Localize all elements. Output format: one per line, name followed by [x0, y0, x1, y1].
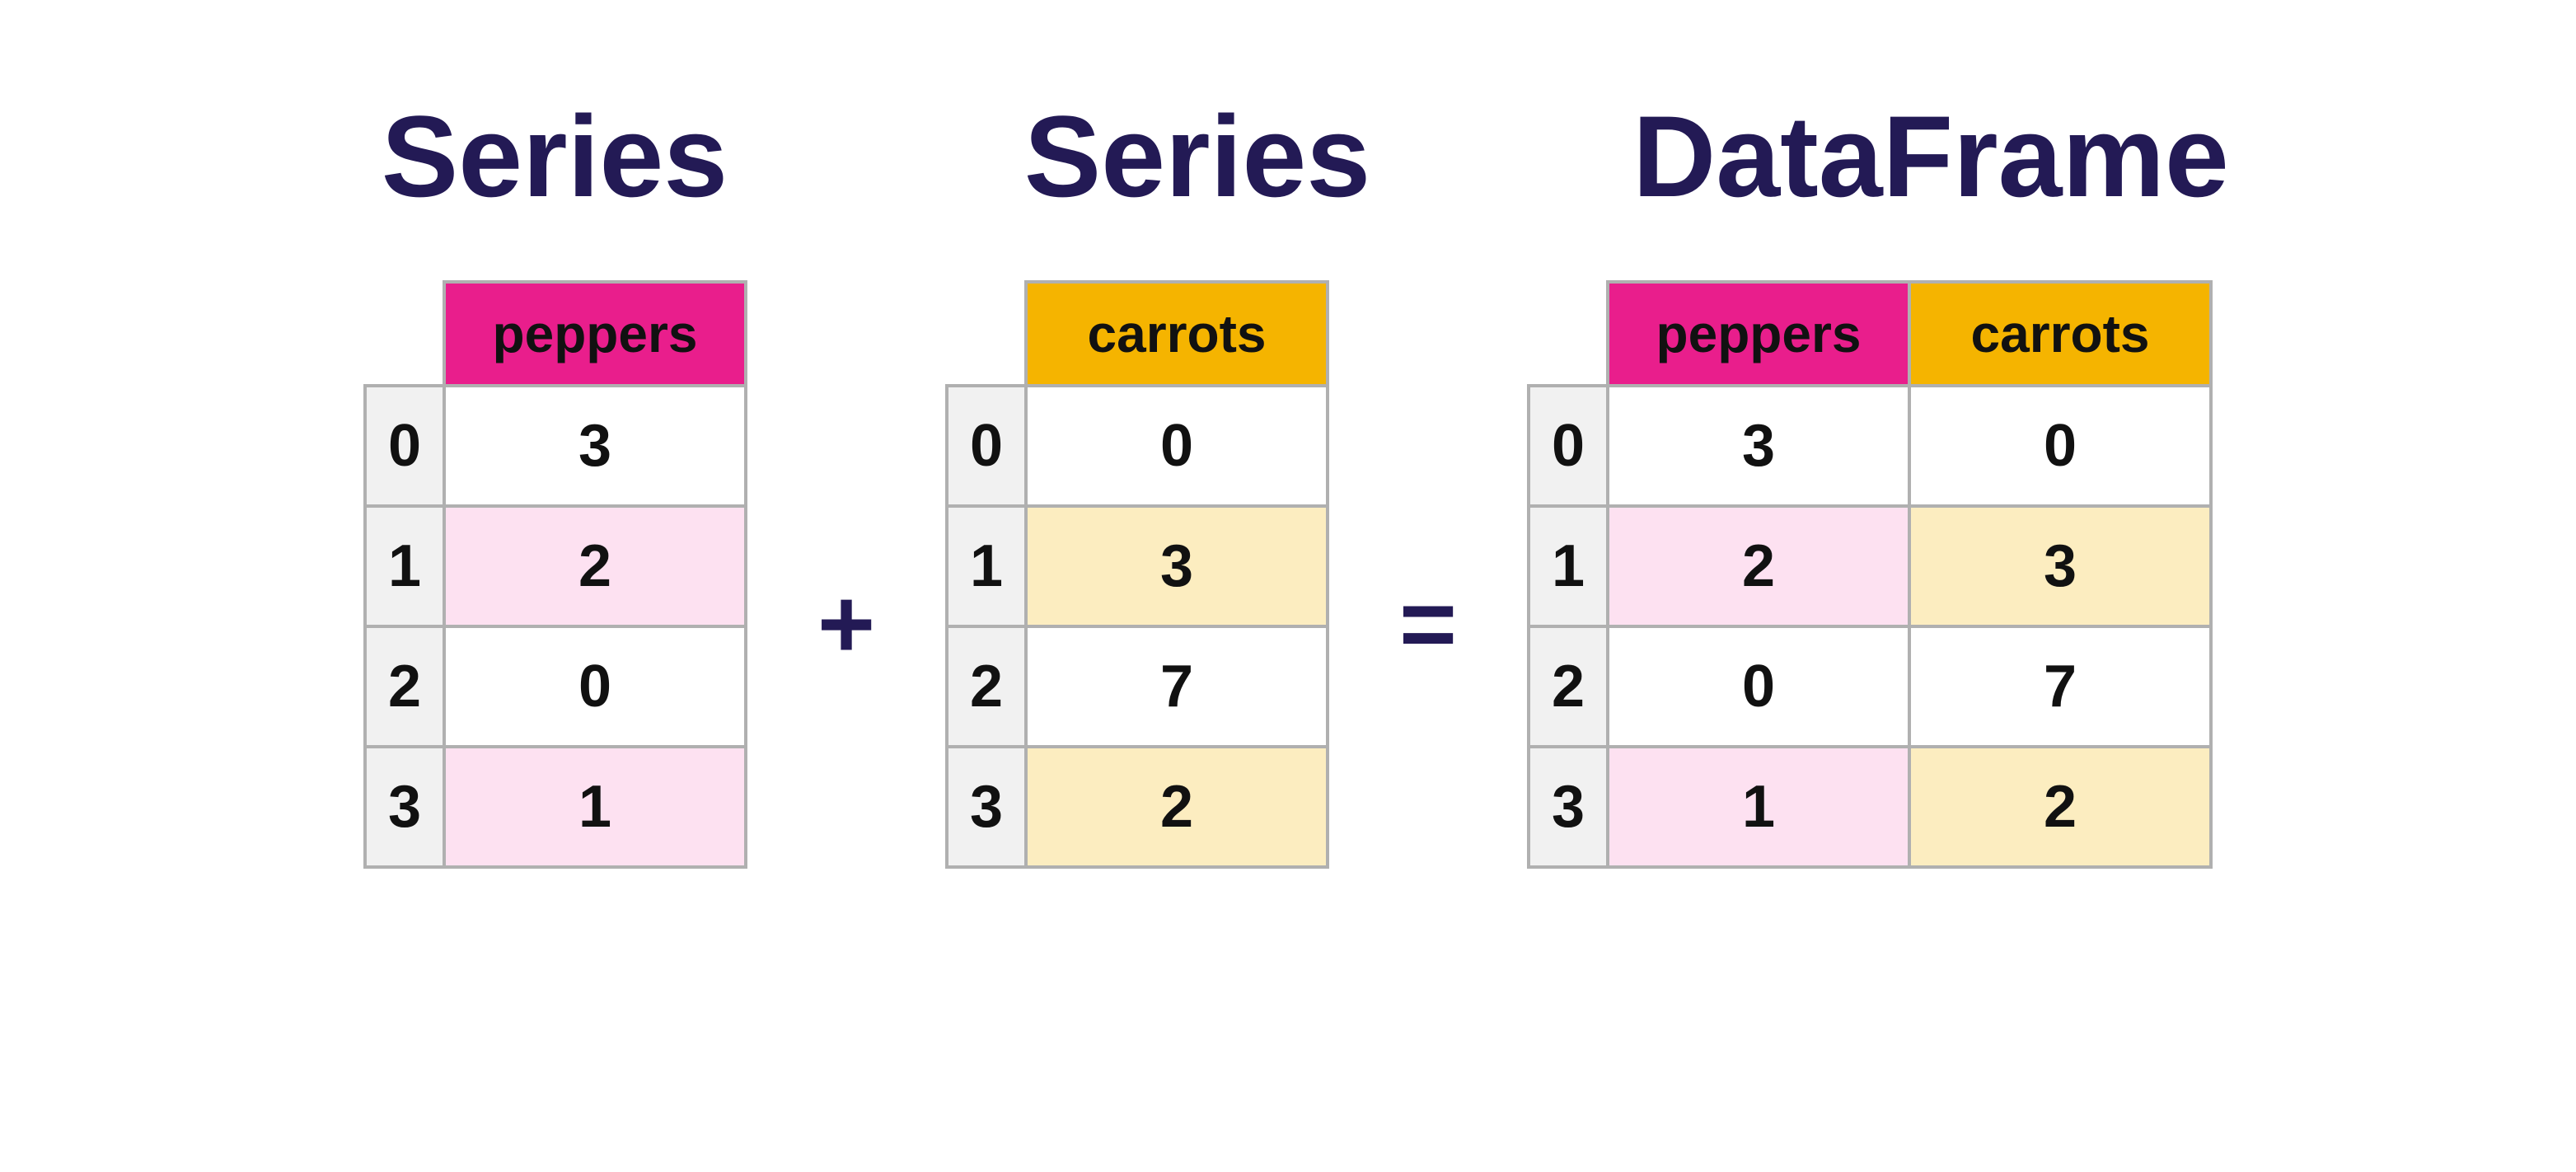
series-1-index: 0	[365, 386, 444, 506]
series-1-table: peppers 0 3 1 2 2 0 3 1	[363, 280, 747, 869]
series-1-value: 1	[444, 747, 746, 867]
title-dataframe: DataFrame	[1519, 99, 2343, 214]
titles-row: Series Series DataFrame	[0, 99, 2576, 214]
dataframe-index: 0	[1529, 386, 1608, 506]
series-2-block: carrots 0 0 1 3 2 7 3 2	[945, 280, 1329, 869]
series-2-value: 2	[1026, 747, 1328, 867]
dataframe-header-0: peppers	[1608, 282, 1909, 386]
series-2-header: carrots	[1026, 282, 1328, 386]
dataframe-cell: 2	[1909, 747, 2211, 867]
series-1-block: peppers 0 3 1 2 2 0 3 1	[363, 280, 747, 869]
series-1-index: 3	[365, 747, 444, 867]
series-2-index: 1	[947, 506, 1026, 626]
dataframe-cell: 0	[1909, 386, 2211, 506]
series-1-value: 3	[444, 386, 746, 506]
blank-corner	[947, 282, 1026, 386]
dataframe-cell: 1	[1608, 747, 1909, 867]
series-2-value: 0	[1026, 386, 1328, 506]
series-1-index: 1	[365, 506, 444, 626]
series-1-value: 0	[444, 626, 746, 747]
series-2-index: 0	[947, 386, 1026, 506]
series-2-index: 2	[947, 626, 1026, 747]
series-1-value: 2	[444, 506, 746, 626]
dataframe-index: 1	[1529, 506, 1608, 626]
dataframe-table: peppers carrots 0 3 0 1 2 3 2 0 7	[1527, 280, 2213, 869]
title-series-2: Series	[876, 99, 1519, 214]
equals-operator: =	[1379, 567, 1478, 681]
series-2-table: carrots 0 0 1 3 2 7 3 2	[945, 280, 1329, 869]
dataframe-cell: 0	[1608, 626, 1909, 747]
dataframe-block: peppers carrots 0 3 0 1 2 3 2 0 7	[1527, 280, 2213, 869]
dataframe-cell: 7	[1909, 626, 2211, 747]
series-2-value: 3	[1026, 506, 1328, 626]
title-series-1: Series	[233, 99, 876, 214]
dataframe-cell: 3	[1608, 386, 1909, 506]
series-1-header: peppers	[444, 282, 746, 386]
dataframe-index: 2	[1529, 626, 1608, 747]
dataframe-cell: 3	[1909, 506, 2211, 626]
dataframe-index: 3	[1529, 747, 1608, 867]
blank-corner	[1529, 282, 1608, 386]
series-2-index: 3	[947, 747, 1026, 867]
series-2-value: 7	[1026, 626, 1328, 747]
dataframe-cell: 2	[1608, 506, 1909, 626]
diagram-canvas: Series Series DataFrame peppers 0 3 1 2	[0, 0, 2576, 1172]
plus-operator: +	[797, 567, 896, 681]
blank-corner	[365, 282, 444, 386]
dataframe-header-1: carrots	[1909, 282, 2211, 386]
tables-row: peppers 0 3 1 2 2 0 3 1	[0, 280, 2576, 869]
series-1-index: 2	[365, 626, 444, 747]
